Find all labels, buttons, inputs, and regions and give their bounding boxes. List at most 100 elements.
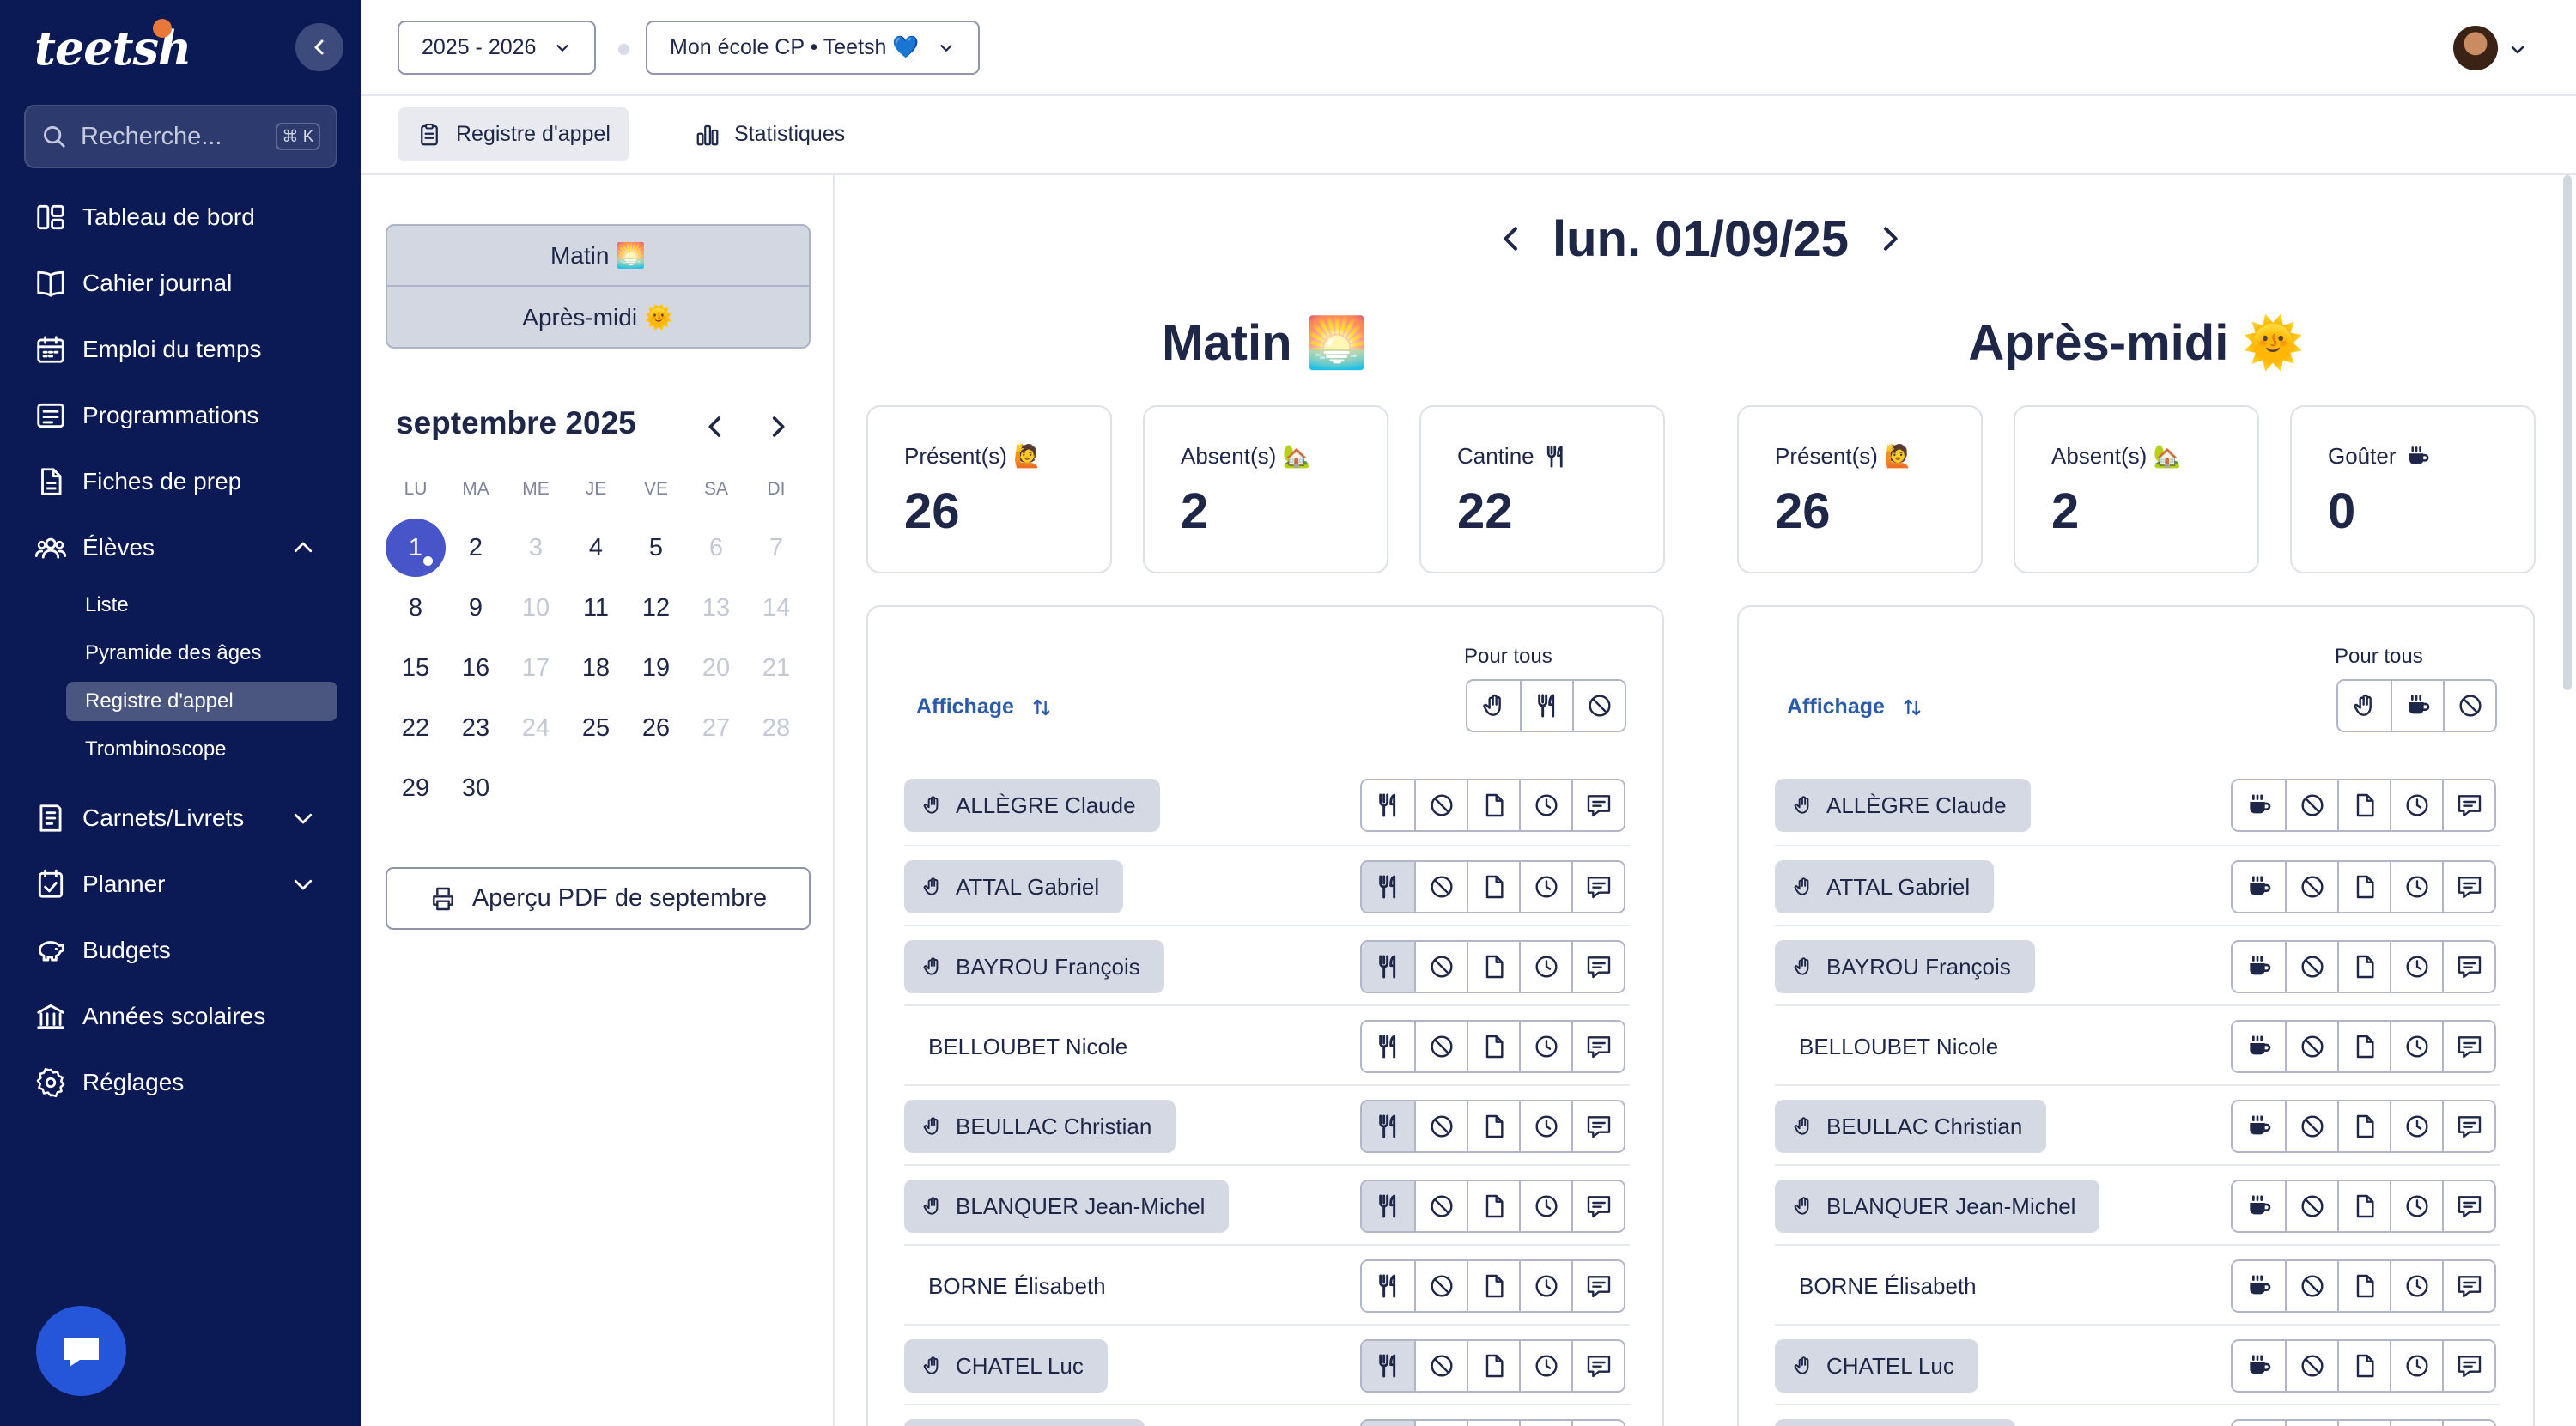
document-button[interactable] <box>2337 942 2390 992</box>
fork-knife-button[interactable] <box>1362 1341 1414 1391</box>
calendar-day[interactable]: 30 <box>446 767 506 810</box>
clock-button[interactable] <box>1519 942 1571 992</box>
absent-button[interactable] <box>2285 1181 2337 1231</box>
subnav-liste[interactable]: Liste <box>66 586 337 625</box>
student-name[interactable]: BELLOUBET Nicole <box>904 1020 1127 1073</box>
comment-button[interactable] <box>1571 1261 1624 1311</box>
calendar-day[interactable]: 11 <box>566 586 626 629</box>
document-button[interactable] <box>2337 1022 2390 1071</box>
chevron-down-icon[interactable] <box>2507 39 2528 60</box>
calendar-day[interactable]: 12 <box>626 586 686 629</box>
nav-cahier-journal[interactable]: Cahier journal <box>0 250 361 316</box>
nav-tableau-de-bord[interactable]: Tableau de bord <box>0 184 361 250</box>
absent-button[interactable] <box>1414 1022 1467 1071</box>
calendar-day[interactable]: 17 <box>506 646 566 689</box>
document-button[interactable] <box>1467 780 1519 830</box>
fork-knife-button[interactable] <box>1362 1101 1414 1151</box>
cup-button[interactable] <box>2233 780 2285 830</box>
clock-button[interactable] <box>1519 1181 1571 1231</box>
calendar-day[interactable]: 7 <box>746 526 806 569</box>
pdf-preview-button[interactable]: Aperçu PDF de septembre <box>386 867 811 930</box>
clock-button[interactable] <box>1519 1341 1571 1391</box>
subnav-pyramide-des-ages[interactable]: Pyramide des âges <box>66 634 337 673</box>
comment-button[interactable] <box>2442 1261 2494 1311</box>
absent-button[interactable] <box>1414 862 1467 912</box>
next-day-icon[interactable] <box>1873 221 1907 256</box>
clock-button[interactable] <box>1519 862 1571 912</box>
calendar-day[interactable]: 20 <box>686 646 746 689</box>
absent-button[interactable] <box>1414 1181 1467 1231</box>
document-button[interactable] <box>2337 780 2390 830</box>
cup-button[interactable] <box>2233 942 2285 992</box>
calendar-day[interactable]: 24 <box>506 707 566 749</box>
clock-button[interactable] <box>2390 1341 2442 1391</box>
nav-eleves[interactable]: Élèves <box>0 514 361 580</box>
document-button[interactable] <box>1467 1181 1519 1231</box>
nav-fiches-de-prep[interactable]: Fiches de prep <box>0 448 361 514</box>
comment-button[interactable] <box>1571 1341 1624 1391</box>
student-present-pill[interactable]: BEULLAC Christian <box>904 1100 1176 1153</box>
document-button[interactable] <box>1467 1101 1519 1151</box>
nav-planner[interactable]: Planner <box>0 851 361 917</box>
collapse-sidebar-button[interactable] <box>295 23 343 71</box>
calendar-day[interactable]: 14 <box>746 586 806 629</box>
nav-budgets[interactable]: Budgets <box>0 917 361 983</box>
comment-button[interactable] <box>2442 862 2494 912</box>
clock-button[interactable] <box>2390 862 2442 912</box>
cup-button[interactable] <box>2233 1261 2285 1311</box>
comment-button[interactable] <box>1571 862 1624 912</box>
search-input[interactable]: Recherche... ⌘ K <box>24 105 337 168</box>
document-button[interactable] <box>1467 862 1519 912</box>
absent-button[interactable] <box>1414 1341 1467 1391</box>
absent-button[interactable] <box>1414 780 1467 830</box>
clock-button[interactable] <box>1519 1261 1571 1311</box>
absent-button[interactable] <box>1414 1421 1467 1426</box>
calendar-day[interactable]: 25 <box>566 707 626 749</box>
comment-button[interactable] <box>1571 1181 1624 1231</box>
tab-registre-d-appel[interactable]: Registre d'appel <box>398 107 629 161</box>
clock-button[interactable] <box>2390 942 2442 992</box>
student-name[interactable]: BORNE Élisabeth <box>904 1259 1106 1313</box>
student-present-pill[interactable]: CHATEL Luc <box>1775 1339 1978 1393</box>
comment-button[interactable] <box>2442 1421 2494 1426</box>
absent-button[interactable] <box>2285 1022 2337 1071</box>
cup-button[interactable] <box>2233 1181 2285 1231</box>
bulk-hand-button[interactable] <box>2338 681 2391 731</box>
clock-button[interactable] <box>1519 1022 1571 1071</box>
fork-knife-button[interactable] <box>1362 942 1414 992</box>
nav-carnets-livrets[interactable]: Carnets/Livrets <box>0 785 361 851</box>
fork-knife-button[interactable] <box>1362 780 1414 830</box>
calendar-day[interactable]: 6 <box>686 526 746 569</box>
fork-knife-button[interactable] <box>1362 1181 1414 1231</box>
student-name[interactable]: BELLOUBET Nicole <box>1775 1020 1998 1073</box>
fork-knife-button[interactable] <box>1362 862 1414 912</box>
student-present-pill[interactable]: BAYROU François <box>904 940 1164 993</box>
calendar-day[interactable]: 2 <box>446 526 506 569</box>
student-present-pill[interactable]: DARCOS Xavier <box>904 1419 1145 1426</box>
calendar-day[interactable]: 26 <box>626 707 686 749</box>
affichage-sort-button[interactable]: Affichage <box>916 695 1054 719</box>
calendar-day[interactable]: 10 <box>506 586 566 629</box>
clock-button[interactable] <box>1519 1101 1571 1151</box>
subnav-registre-d-appel[interactable]: Registre d'appel <box>66 682 337 721</box>
class-select[interactable]: Mon école CP • Teetsh 💙 <box>646 21 980 75</box>
student-present-pill[interactable]: ALLÈGRE Claude <box>904 779 1160 832</box>
clock-button[interactable] <box>1519 780 1571 830</box>
period-apres-midi[interactable]: Après-midi 🌞 <box>387 287 809 348</box>
calendar-day[interactable]: 22 <box>386 707 446 749</box>
comment-button[interactable] <box>2442 1341 2494 1391</box>
calendar-day[interactable]: 4 <box>566 526 626 569</box>
user-avatar[interactable] <box>2453 26 2498 70</box>
clock-button[interactable] <box>2390 780 2442 830</box>
chat-button[interactable] <box>36 1306 126 1396</box>
absent-button[interactable] <box>1414 1101 1467 1151</box>
absent-button[interactable] <box>1414 942 1467 992</box>
document-button[interactable] <box>2337 862 2390 912</box>
period-matin[interactable]: Matin 🌅 <box>387 226 809 287</box>
calendar-day[interactable]: 19 <box>626 646 686 689</box>
cup-button[interactable] <box>2233 1341 2285 1391</box>
comment-button[interactable] <box>2442 1022 2494 1071</box>
nav-emploi-du-temps[interactable]: Emploi du temps <box>0 316 361 382</box>
comment-button[interactable] <box>1571 1022 1624 1071</box>
absent-button[interactable] <box>2285 1421 2337 1426</box>
